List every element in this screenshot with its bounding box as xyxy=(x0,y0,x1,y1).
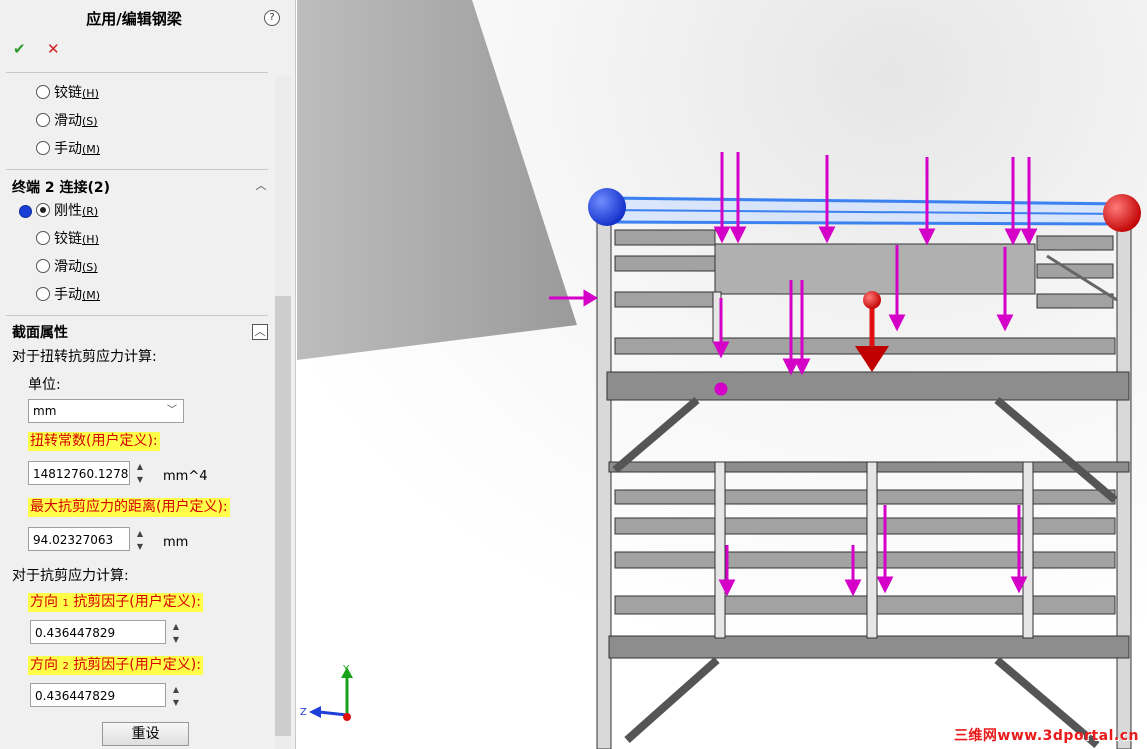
end2-radio-rigid[interactable]: 刚性(R) xyxy=(36,201,98,221)
axis-y-label: Y xyxy=(342,664,350,675)
section-properties-header[interactable]: 截面属性 xyxy=(12,322,68,342)
axis-z-label: Z xyxy=(300,707,307,718)
reset-button[interactable]: 重设 xyxy=(102,722,189,746)
radio-button-icon[interactable] xyxy=(36,287,50,301)
unit-select[interactable]: mm ﹀ xyxy=(28,399,184,423)
help-icon[interactable]: ? xyxy=(264,10,280,26)
dir1-shear-factor-input[interactable]: 0.436447829 xyxy=(30,620,166,644)
chevron-down-icon: ﹀ xyxy=(167,405,177,416)
end2-connection-header[interactable]: 终端 2 连接(2) xyxy=(12,177,110,197)
graphics-viewport[interactable]: Y Z 三维网www.3dportal.cn xyxy=(297,0,1147,749)
end2-radio-manual[interactable]: 手动(M) xyxy=(36,285,100,305)
panel-title: 应用/编辑钢梁 xyxy=(86,10,182,28)
spin-up-icon[interactable]: ▲ xyxy=(170,684,182,696)
divider xyxy=(6,315,268,316)
divider xyxy=(6,169,268,170)
dir1-shear-factor-label: 方向 1 抗剪因子(用户定义): xyxy=(28,593,203,612)
spin-down-icon[interactable]: ▼ xyxy=(134,474,146,486)
spin-down-icon[interactable]: ▼ xyxy=(170,634,182,646)
radio-button-icon[interactable] xyxy=(36,259,50,273)
max-shear-distance-label: 最大抗剪应力的距离(用户定义): xyxy=(28,498,230,517)
radio-button-icon[interactable] xyxy=(36,85,50,99)
radio-button-icon[interactable] xyxy=(36,113,50,127)
end2-marker-icon xyxy=(19,205,32,218)
unit-label: 单位: xyxy=(28,377,61,393)
panel-scrollbar-thumb[interactable] xyxy=(275,296,291,736)
radio-button-icon[interactable] xyxy=(36,141,50,155)
max-shear-distance-input[interactable]: 94.02327063 xyxy=(28,527,130,551)
spin-down-icon[interactable]: ▼ xyxy=(134,541,146,553)
divider xyxy=(6,72,268,73)
model-view-svg[interactable]: Y Z xyxy=(297,0,1147,749)
torsion-calc-label: 对于扭转抗剪应力计算: xyxy=(12,349,157,365)
spin-down-icon[interactable]: ▼ xyxy=(170,697,182,709)
end1-radio-hinge[interactable]: 铰链(H) xyxy=(36,83,99,103)
spin-up-icon[interactable]: ▲ xyxy=(170,621,182,633)
end1-radio-slide[interactable]: 滑动(S) xyxy=(36,111,98,131)
watermark: 三维网www.3dportal.cn xyxy=(953,728,1139,744)
collapse-chevron-icon[interactable]: ︿ xyxy=(254,179,268,193)
ok-check-icon[interactable]: ✔ xyxy=(13,40,26,58)
property-manager-panel: 应用/编辑钢梁 ? ✔ ✕ 铰链(H) 滑动(S) 手动(M) ︿ 终端 2 连… xyxy=(0,0,296,749)
torsion-constant-input[interactable]: 14812760.127823 xyxy=(28,461,130,485)
end2-radio-slide[interactable]: 滑动(S) xyxy=(36,257,98,277)
torsion-constant-label: 扭转常数(用户定义): xyxy=(28,432,160,451)
end2-radio-hinge[interactable]: 铰链(H) xyxy=(36,229,99,249)
shear-calc-label: 对于抗剪应力计算: xyxy=(12,568,129,584)
dir2-shear-factor-input[interactable]: 0.436447829 xyxy=(30,683,166,707)
radio-button-icon[interactable] xyxy=(36,203,50,217)
end1-radio-manual[interactable]: 手动(M) xyxy=(36,139,100,159)
max-shear-distance-unit: mm xyxy=(163,535,189,550)
radio-button-icon[interactable] xyxy=(36,231,50,245)
end2-node-red[interactable] xyxy=(1103,194,1141,232)
spin-up-icon[interactable]: ▲ xyxy=(134,461,146,473)
torsion-constant-unit: mm^4 xyxy=(163,469,208,484)
end1-node-blue[interactable] xyxy=(588,188,626,226)
cancel-x-icon[interactable]: ✕ xyxy=(47,40,60,58)
spin-up-icon[interactable]: ▲ xyxy=(134,528,146,540)
dir2-shear-factor-label: 方向 2 抗剪因子(用户定义): xyxy=(28,656,203,675)
collapse-chevron-icon[interactable]: ︿ xyxy=(252,324,268,340)
